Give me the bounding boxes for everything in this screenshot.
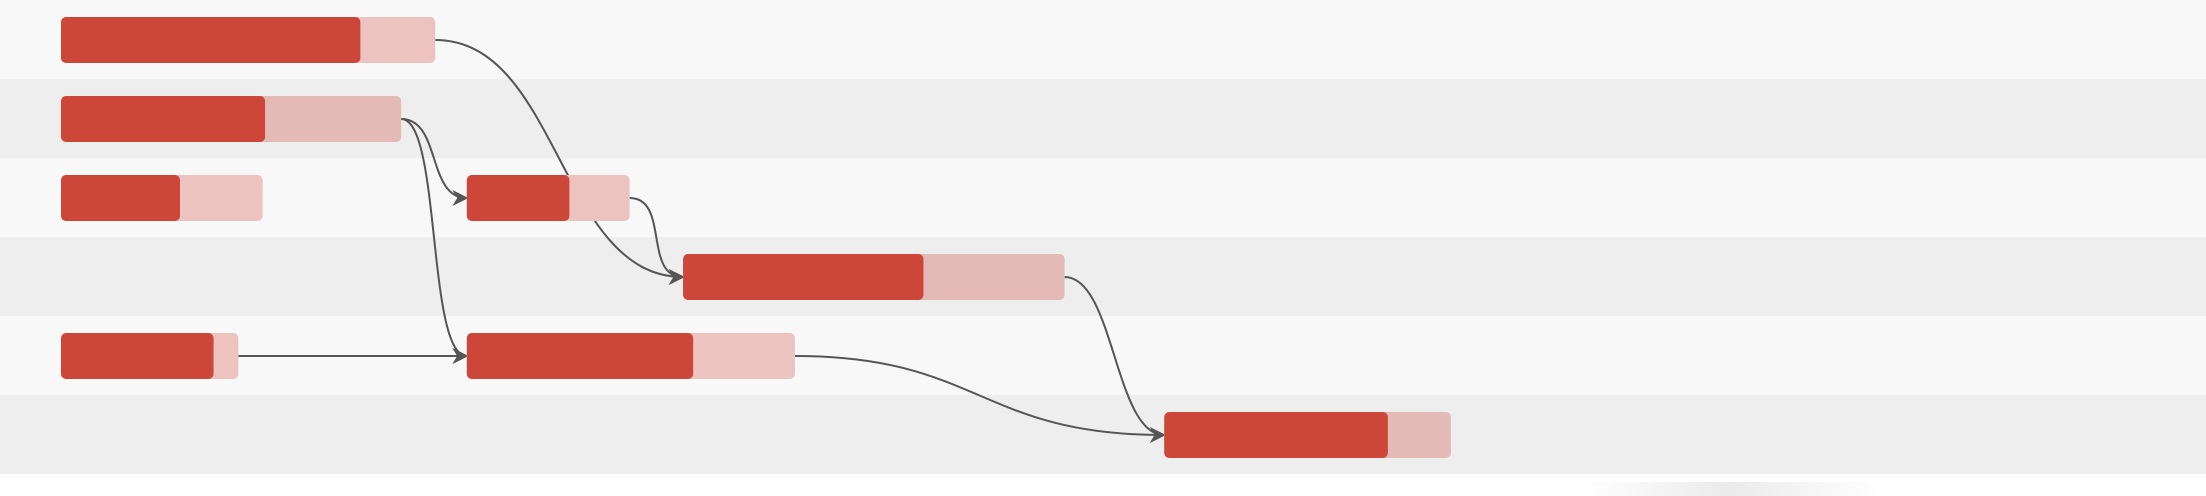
scroll-shadow bbox=[1580, 482, 1880, 496]
task-bar-progress bbox=[1164, 412, 1388, 458]
task-bar-progress bbox=[61, 333, 214, 379]
row-background bbox=[0, 158, 2206, 237]
gantt-chart bbox=[0, 0, 2206, 496]
task-bar[interactable] bbox=[683, 254, 1065, 300]
task-bar-progress bbox=[466, 175, 570, 221]
task-bar-progress bbox=[683, 254, 924, 300]
task-bar[interactable] bbox=[1164, 412, 1451, 458]
task-bar-progress bbox=[61, 96, 266, 142]
task-bar-progress bbox=[466, 333, 694, 379]
task-bar[interactable] bbox=[61, 96, 402, 142]
task-bar[interactable] bbox=[466, 333, 795, 379]
row-background bbox=[0, 237, 2206, 316]
task-bar-progress bbox=[61, 17, 361, 63]
task-bar[interactable] bbox=[61, 333, 239, 379]
task-bar[interactable] bbox=[61, 17, 436, 63]
task-bar-progress bbox=[61, 175, 180, 221]
task-bar[interactable] bbox=[61, 175, 263, 221]
row-background bbox=[0, 395, 2206, 474]
task-bar[interactable] bbox=[466, 175, 630, 221]
row-backgrounds bbox=[0, 0, 2206, 474]
